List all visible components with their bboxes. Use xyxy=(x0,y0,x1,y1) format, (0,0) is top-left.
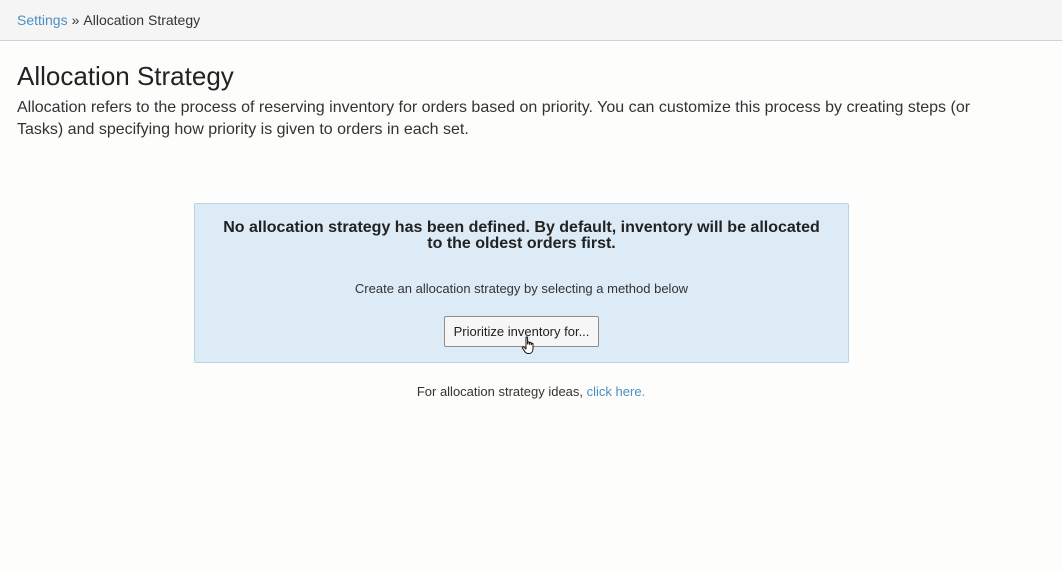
ideas-click-here-link[interactable]: click here. xyxy=(587,384,646,399)
page-title: Allocation Strategy xyxy=(17,61,234,91)
breadcrumb-settings-link[interactable]: Settings xyxy=(17,12,68,28)
strategy-ideas-line: For allocation strategy ideas, click her… xyxy=(0,384,1062,399)
breadcrumb-separator: » xyxy=(71,12,80,28)
page-description: Allocation refers to the process of rese… xyxy=(17,99,971,138)
breadcrumb-current: Allocation Strategy xyxy=(83,12,201,28)
hand-pointer-cursor-icon xyxy=(521,336,534,354)
top-bar: Settings» Allocation Strategy xyxy=(0,0,1062,41)
notice-heading: No allocation strategy has been defined.… xyxy=(223,219,820,252)
ideas-text: For allocation strategy ideas, xyxy=(416,384,587,399)
notice-subtext: Create an allocation strategy by selecti… xyxy=(354,281,689,296)
breadcrumb: Settings» Allocation Strategy xyxy=(17,12,200,28)
